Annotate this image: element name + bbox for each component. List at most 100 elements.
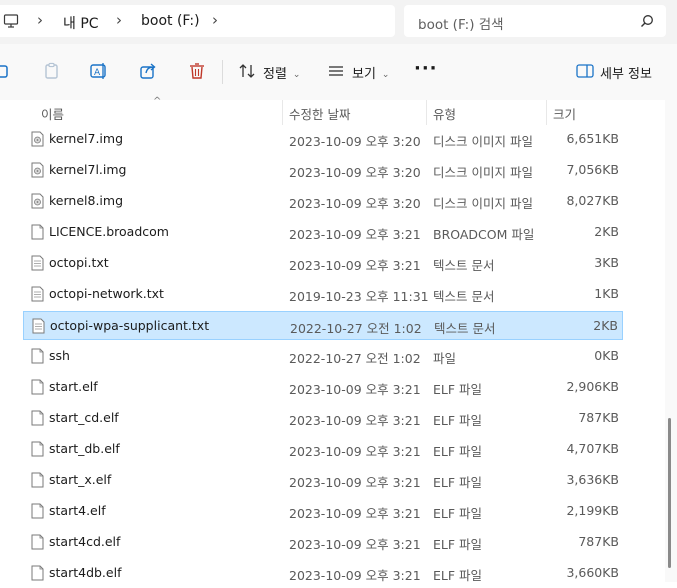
breadcrumb-boot-drive[interactable]: boot (F:) (141, 13, 200, 29)
file-row[interactable]: kernel7l.img 2023-10-09 오후 3:20 디스크 이미지 파일… (23, 156, 623, 185)
file-modified-date: 2019-10-23 오후 11:31 (289, 289, 429, 304)
scrollbar-thumb[interactable] (668, 418, 671, 568)
file-name: kernel7.img (49, 131, 123, 146)
file-row[interactable]: kernel8.img 2023-10-09 오후 3:20 디스크 이미지 파일 8… (23, 187, 623, 216)
file-name: kernel7l.img (49, 162, 127, 177)
command-bar: A 정렬 ⌄ 보기 ⌄ ··· 세부 정보 (0, 44, 677, 101)
text-document-icon (31, 286, 44, 302)
chevron-down-icon: ⌄ (292, 70, 301, 80)
file-size: 2,906KB (566, 379, 619, 394)
file-row[interactable]: start_cd.elf 2023-10-09 오후 3:21 ELF 파일 787K… (23, 404, 623, 433)
file-size: 2KB (594, 224, 619, 239)
column-resize-handle[interactable] (426, 100, 427, 125)
chevron-right-icon[interactable]: › (212, 11, 218, 29)
file-row[interactable]: octopi-network.txt 2019-10-23 오후 11:31 텍스트… (23, 280, 623, 309)
disk-image-file-icon (31, 193, 44, 209)
column-resize-handle[interactable] (282, 100, 283, 125)
view-icon (329, 66, 343, 76)
copy-icon[interactable] (0, 61, 14, 81)
file-size: 4,707KB (566, 441, 619, 456)
file-name: octopi-network.txt (49, 286, 164, 301)
file-name: start.elf (49, 379, 98, 394)
file-name: start_cd.elf (49, 410, 119, 425)
file-row[interactable]: start_db.elf 2023-10-09 오후 3:21 ELF 파일 4,70… (23, 435, 623, 464)
file-size: 3KB (594, 255, 619, 270)
file-type: ELF 파일 (433, 413, 483, 428)
rename-icon[interactable]: A (89, 61, 109, 81)
file-row[interactable]: start4.elf 2023-10-09 오후 3:21 ELF 파일 2,199K… (23, 497, 623, 526)
chevron-right-icon: › (37, 11, 43, 29)
delete-icon[interactable] (187, 61, 207, 81)
file-name: octopi-wpa-supplicant.txt (50, 318, 210, 333)
file-row[interactable]: octopi-wpa-supplicant.txt 2022-10-27 오전 1… (23, 311, 623, 340)
column-header-name[interactable]: 이름 (41, 104, 64, 123)
chevron-down-icon: ⌄ (381, 70, 390, 80)
svg-text:A: A (94, 68, 101, 78)
file-row[interactable]: start4cd.elf 2023-10-09 오후 3:21 ELF 파일 787K… (23, 528, 623, 557)
column-header-row: ^ 이름 수정한 날짜 유형 크기 (0, 96, 677, 125)
file-row[interactable]: start4db.elf 2023-10-09 오후 3:21 ELF 파일 3,66… (23, 559, 623, 588)
file-size: 787KB (578, 534, 619, 549)
text-document-icon (31, 255, 44, 271)
file-modified-date: 2023-10-09 오후 3:20 (289, 196, 421, 211)
vertical-scrollbar[interactable] (665, 100, 677, 582)
file-size: 8,027KB (566, 193, 619, 208)
toolbar-divider (222, 60, 223, 84)
file-row[interactable]: start.elf 2023-10-09 오후 3:21 ELF 파일 2,906KB (23, 373, 623, 402)
column-header-size[interactable]: 크기 (553, 104, 576, 123)
generic-file-icon (31, 472, 44, 488)
generic-file-icon (31, 565, 44, 581)
this-pc-icon (3, 14, 19, 28)
file-modified-date: 2023-10-09 오후 3:21 (289, 537, 421, 552)
file-row[interactable]: start_x.elf 2023-10-09 오후 3:21 ELF 파일 3,636… (23, 466, 623, 495)
file-type: 텍스트 문서 (433, 258, 495, 273)
file-modified-date: 2023-10-09 오후 3:21 (289, 568, 421, 583)
address-bar[interactable]: › 내 PC › boot (F:) › (0, 5, 395, 37)
file-row[interactable]: octopi.txt 2023-10-09 오후 3:21 텍스트 문서 3KB (23, 249, 623, 278)
disk-image-file-icon (31, 131, 44, 147)
file-modified-date: 2023-10-09 오후 3:21 (289, 475, 421, 490)
column-header-type[interactable]: 유형 (433, 104, 456, 123)
file-name: start_db.elf (49, 441, 120, 456)
file-row[interactable]: kernel7.img 2023-10-09 오후 3:20 디스크 이미지 파일 6… (23, 125, 623, 154)
view-button[interactable]: 보기 ⌄ (352, 63, 389, 82)
details-pane-button[interactable]: 세부 정보 (600, 63, 652, 82)
file-type: 텍스트 문서 (433, 289, 495, 304)
column-resize-handle[interactable] (546, 100, 547, 125)
file-type: 디스크 이미지 파일 (433, 134, 533, 149)
file-modified-date: 2023-10-09 오후 3:21 (289, 506, 421, 521)
file-modified-date: 2023-10-09 오후 3:21 (289, 413, 421, 428)
file-row[interactable]: LICENCE.broadcom 2023-10-09 오후 3:21 BROADC… (23, 218, 623, 247)
file-type: ELF 파일 (433, 506, 483, 521)
generic-file-icon (31, 534, 44, 550)
sort-label: 정렬 (263, 67, 287, 82)
more-options-icon[interactable]: ··· (414, 58, 438, 79)
generic-file-icon (31, 224, 44, 240)
generic-file-icon (31, 503, 44, 519)
file-type: ELF 파일 (433, 475, 483, 490)
file-type: ELF 파일 (433, 444, 483, 459)
search-box[interactable]: boot (F:) 검색 (404, 5, 666, 37)
file-type: ELF 파일 (433, 568, 483, 583)
file-name: start4db.elf (49, 565, 122, 580)
file-name: LICENCE.broadcom (49, 224, 169, 239)
file-row[interactable]: ssh 2022-10-27 오전 1:02 파일 0KB (23, 342, 623, 371)
file-name: start_x.elf (49, 472, 112, 487)
file-size: 6,651KB (566, 131, 619, 146)
address-bar-row: › 내 PC › boot (F:) › boot (F:) 검색 (0, 0, 677, 44)
file-type: 디스크 이미지 파일 (433, 196, 533, 211)
breadcrumb-this-pc[interactable]: 내 PC (63, 13, 99, 33)
search-placeholder: boot (F:) 검색 (418, 17, 504, 33)
generic-file-icon (31, 441, 44, 457)
file-size: 7,056KB (566, 162, 619, 177)
file-modified-date: 2022-10-27 오전 1:02 (290, 321, 422, 336)
column-header-date[interactable]: 수정한 날짜 (289, 104, 350, 123)
file-size: 1KB (594, 286, 619, 301)
file-name: ssh (49, 348, 70, 363)
sort-button[interactable]: 정렬 ⌄ (263, 63, 300, 82)
chevron-right-icon[interactable]: › (116, 11, 122, 29)
share-icon[interactable] (138, 61, 158, 81)
paste-icon[interactable] (42, 61, 62, 81)
file-name: start4cd.elf (49, 534, 121, 549)
file-modified-date: 2023-10-09 오후 3:20 (289, 134, 421, 149)
